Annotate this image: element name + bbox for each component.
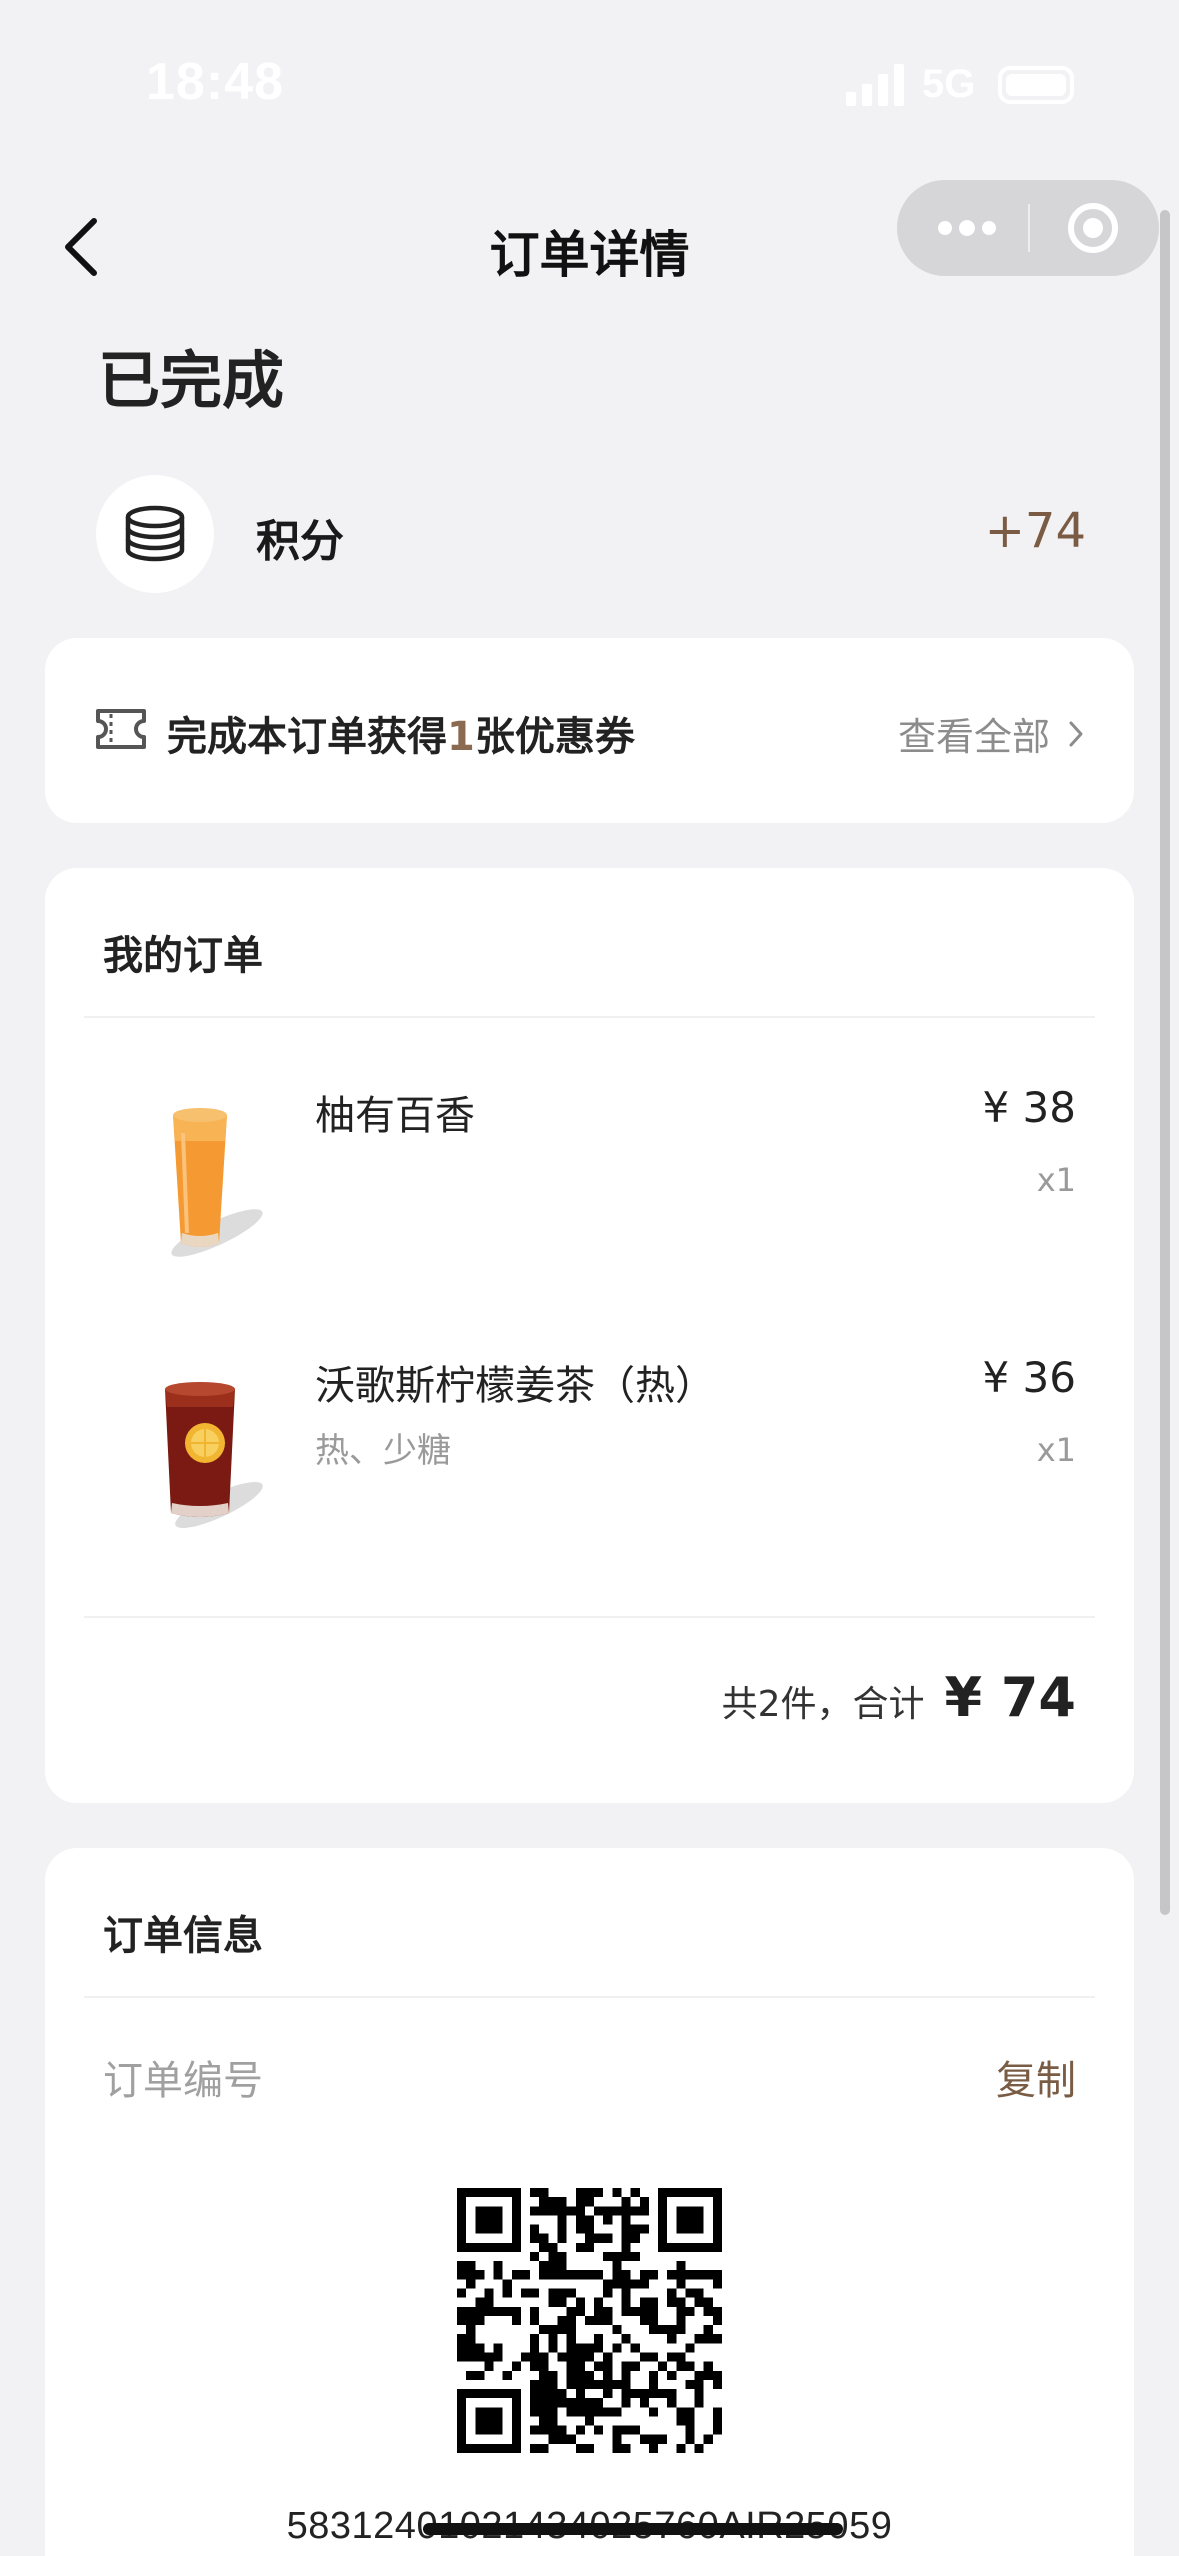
- redaction-mark: [423, 2523, 843, 2535]
- order-info-title: 订单信息: [103, 1913, 263, 1959]
- order-number-label: 订单编号: [103, 2058, 263, 2104]
- passionfruit-drink-image: [171, 1108, 263, 1257]
- points-value: +74: [984, 503, 1086, 559]
- coins-icon-wrapper: [96, 475, 214, 593]
- chevron-right-icon: [1069, 721, 1083, 746]
- divider: [84, 1616, 1095, 1618]
- qr-code: [457, 2188, 722, 2453]
- my-order-card: 我的订单 柚有百香 ¥ 38 x1 沃歌斯柠檬姜茶（热） 热、少糖 ¥ 36 x…: [45, 868, 1134, 1803]
- coupon-count: 1: [447, 714, 475, 760]
- close-miniprogram-icon[interactable]: [1067, 202, 1119, 254]
- copy-button[interactable]: 复制: [996, 2048, 1076, 2106]
- item-price: ¥ 36: [982, 1353, 1076, 1402]
- coupon-text-suffix: 张优惠券: [474, 714, 635, 760]
- item-name: 沃歌斯柠檬姜茶（热）: [315, 1363, 715, 1409]
- item-spec: 热、少糖: [315, 1431, 451, 1471]
- view-all-label: 查看全部: [897, 715, 1050, 759]
- order-info-card: 订单信息 订单编号 复制 58312401021434025760AIR2505…: [45, 1848, 1134, 2556]
- status-bar: 18:48 5G: [0, 0, 1179, 175]
- signal-icon: [846, 64, 904, 106]
- view-all-link[interactable]: 查看全部: [898, 706, 1084, 761]
- order-item[interactable]: 柚有百香 ¥ 38 x1: [45, 1063, 1134, 1293]
- lemon-ginger-tea-image: [165, 1382, 263, 1529]
- coupon-card[interactable]: 完成本订单获得1张优惠券 查看全部: [45, 638, 1134, 823]
- item-name: 柚有百香: [315, 1093, 475, 1139]
- coins-icon: [125, 505, 185, 562]
- order-status-heading: 已完成: [98, 344, 285, 417]
- scrollbar[interactable]: [1160, 210, 1170, 1915]
- coupon-text: 完成本订单获得1张优惠券: [167, 704, 635, 762]
- nav-bar: 订单详情: [0, 175, 1179, 315]
- status-time: 18:48: [146, 53, 284, 111]
- capsule-divider: [1028, 204, 1030, 252]
- points-row: 积分 +74: [96, 475, 1086, 593]
- divider: [84, 1016, 1095, 1018]
- total-value: ¥ 74: [944, 1666, 1076, 1729]
- miniprogram-capsule: [897, 180, 1159, 276]
- divider: [84, 1996, 1095, 1998]
- points-label: 积分: [256, 516, 344, 567]
- order-total: 共2件，合计 ¥ 74: [722, 1666, 1076, 1729]
- order-item[interactable]: 沃歌斯柠檬姜茶（热） 热、少糖 ¥ 36 x1: [45, 1333, 1134, 1563]
- total-label: 共2件，合计: [721, 1684, 925, 1725]
- item-price: ¥ 38: [982, 1083, 1076, 1132]
- battery-icon: [998, 66, 1074, 104]
- my-order-title: 我的订单: [103, 933, 263, 979]
- ticket-icon: [96, 709, 146, 749]
- more-icon[interactable]: [937, 220, 997, 236]
- coupon-text-prefix: 完成本订单获得: [167, 714, 447, 760]
- network-label: 5G: [922, 62, 976, 106]
- item-quantity: x1: [1036, 1431, 1076, 1469]
- item-quantity: x1: [1036, 1161, 1076, 1199]
